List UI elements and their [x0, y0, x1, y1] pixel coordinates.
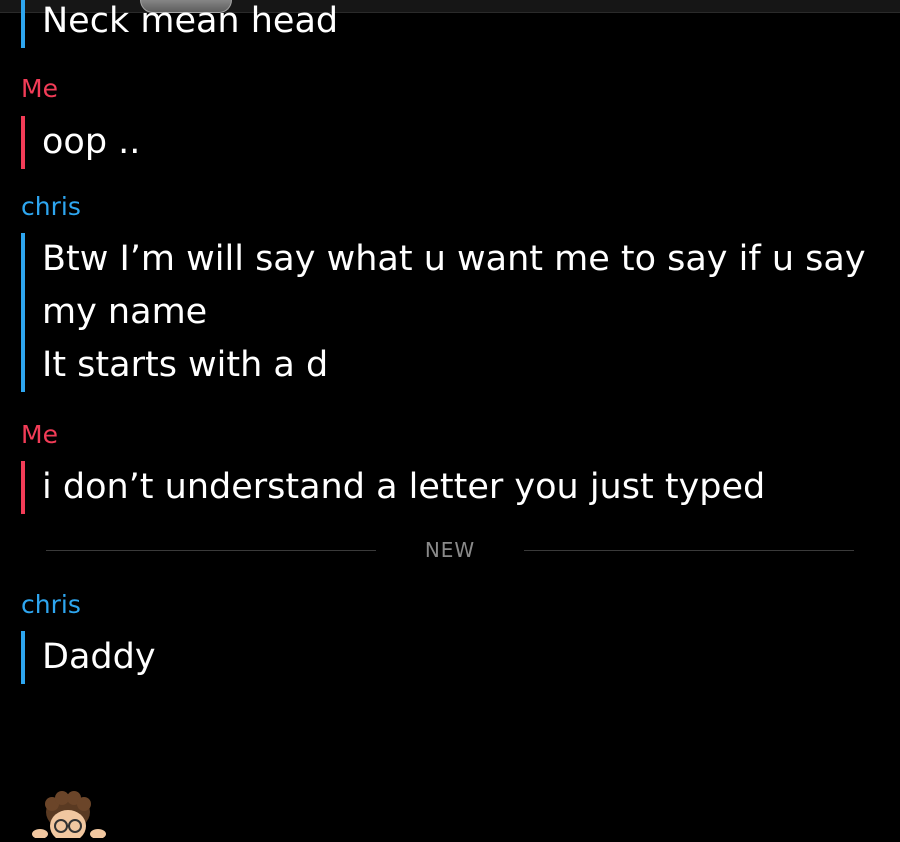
- chat-message[interactable]: Neck mean head: [21, 0, 338, 48]
- sender-label-chris: chris: [21, 590, 81, 619]
- message-text: Neck mean head: [42, 1, 339, 41]
- chat-message[interactable]: Btw I’m will say what u want me to say i…: [21, 233, 866, 392]
- chat-message[interactable]: oop ..: [21, 116, 140, 169]
- sender-label-me: Me: [21, 420, 58, 449]
- bitmoji-avatar-icon[interactable]: [32, 790, 108, 842]
- message-text: oop ..: [42, 122, 141, 162]
- divider-rule: [524, 550, 854, 551]
- divider-rule: [46, 550, 376, 551]
- message-text: i don’t understand a letter you just typ…: [42, 467, 766, 507]
- message-text: Btw I’m will say what u want me to say i…: [42, 239, 866, 279]
- chat-message[interactable]: i don’t understand a letter you just typ…: [21, 461, 765, 514]
- message-text: my name: [42, 292, 208, 332]
- sender-label-me: Me: [21, 74, 58, 103]
- new-messages-divider: NEW: [46, 536, 854, 564]
- new-label: NEW: [424, 538, 476, 562]
- sender-label-chris: chris: [21, 192, 81, 221]
- chat-message[interactable]: Daddy: [21, 631, 156, 684]
- message-text: Daddy: [42, 637, 156, 677]
- message-text: It starts with a d: [42, 345, 329, 385]
